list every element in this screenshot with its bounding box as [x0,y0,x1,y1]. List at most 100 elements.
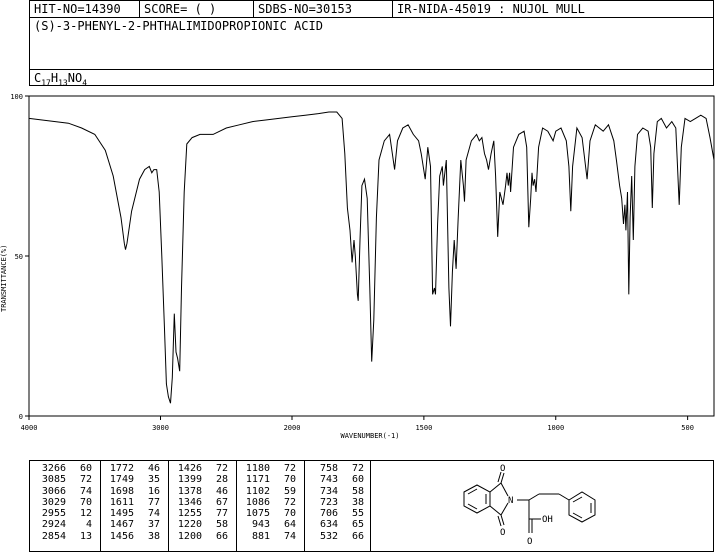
peak-row: 943 64 [240,519,296,530]
peak-row: 3266 60 [36,463,92,474]
peak-transmittance: 38 [147,530,160,542]
header-bar: HIT-NO=14390 SCORE= ( ) SDBS-NO=30153 IR… [29,0,714,18]
peak-wavenumber: 2924 [41,519,66,531]
molecular-formula: C17H13NO4 [34,71,87,87]
peak-wavenumber: 1075 [245,508,270,520]
peak-column-divider [304,461,305,551]
peak-column-divider [236,461,237,551]
peak-wavenumber: 1467 [109,519,134,531]
peak-wavenumber: 532 [319,530,338,542]
peak-wavenumber: 734 [319,485,338,497]
ir-nida-info: IR-NIDA-45019 : NUJOL MULL [397,2,585,16]
peak-wavenumber: 1698 [109,485,134,497]
y-axis-label: TRANSMITTANCE(%) [0,245,8,312]
peak-column: 1426 72 1399 28 1378 46 1346 67 1255 77 1220 58 1200… [172,463,228,542]
spectrum-line [28,111,715,404]
peak-row: 1749 35 [104,474,160,485]
peak-transmittance: 13 [79,530,92,542]
peak-column-divider [168,461,169,551]
peak-transmittance: 46 [147,463,160,474]
peak-row: 3085 72 [36,474,92,485]
peak-wavenumber: 1772 [109,463,134,474]
peak-row: 1255 77 [172,508,228,519]
peak-wavenumber: 706 [319,508,338,520]
compound-box: (S)-3-PHENYL-2-PHTHALIMIDOPROPIONIC ACID… [29,17,714,87]
x-tick-label: 4000 [21,424,38,432]
peak-row: 532 66 [308,531,364,542]
atom-label-oxygen: O [500,464,505,474]
peak-transmittance: 70 [283,508,296,520]
peak-transmittance: 67 [215,496,228,508]
structure-box: O O N O OH [371,460,714,552]
peak-transmittance: 12 [79,508,92,520]
peak-wavenumber: 1426 [177,463,202,474]
peak-transmittance: 66 [215,530,228,542]
peak-transmittance: 58 [215,519,228,531]
peak-column: 758 72 743 60 734 58 723 38 706 55 634 65 532 66 [308,463,364,542]
peak-wavenumber: 1180 [245,463,270,474]
compound-name: (S)-3-PHENYL-2-PHTHALIMIDOPROPIONIC ACID [34,19,323,33]
peak-transmittance: 60 [79,463,92,474]
peak-column: 1772 46 1749 35 1698 16 1611 77 1495 74 1467 37 1456… [104,463,160,542]
y-tick-label: 100 [10,93,23,101]
peak-row: 1698 16 [104,486,160,497]
peak-row: 743 60 [308,474,364,485]
peak-wavenumber: 3029 [41,496,66,508]
peak-row: 2955 12 [36,508,92,519]
peak-row: 2924 4 [36,519,92,530]
peak-wavenumber: 1171 [245,474,270,486]
peak-row: 1426 72 [172,463,228,474]
peak-wavenumber: 3066 [41,485,66,497]
peak-transmittance: 38 [351,496,364,508]
peak-table: 3266 60 3085 72 3066 74 3029 70 2955 12 2924 4 2854 1… [29,460,371,552]
peak-row: 1086 72 [240,497,296,508]
peak-transmittance: 77 [147,496,160,508]
peak-row: 1200 66 [172,531,228,542]
peak-row: 758 72 [308,463,364,474]
peak-row: 2854 13 [36,531,92,542]
peak-wavenumber: 881 [251,530,270,542]
peak-column-divider [100,461,101,551]
peak-row: 1772 46 [104,463,160,474]
peak-transmittance: 60 [351,474,364,486]
peak-row: 1075 70 [240,508,296,519]
peak-transmittance: 77 [215,508,228,520]
peak-transmittance: 72 [283,496,296,508]
formula-divider [30,69,713,70]
peak-transmittance: 74 [79,485,92,497]
formula-part: NO [67,71,83,85]
peak-transmittance: 66 [351,530,364,542]
sdbs-number: SDBS-NO=30153 [258,2,352,16]
peak-transmittance: 16 [147,485,160,497]
molecule-structure: O O N O OH [463,464,596,547]
peak-wavenumber: 943 [251,519,270,531]
peak-row: 723 38 [308,497,364,508]
peak-row: 3066 74 [36,486,92,497]
peak-transmittance: 4 [85,519,92,531]
peak-row: 734 58 [308,486,364,497]
peak-transmittance: 35 [147,474,160,486]
peak-transmittance: 46 [215,485,228,497]
peak-transmittance: 37 [147,519,160,531]
peak-row: 1220 58 [172,519,228,530]
peak-wavenumber: 1495 [109,508,134,520]
peak-wavenumber: 1200 [177,530,202,542]
peak-row: 1378 46 [172,486,228,497]
x-axis-label: WAVENUMBER(-1) [340,432,399,440]
peak-row: 1399 28 [172,474,228,485]
atom-label-oxygen: O [500,528,505,538]
y-tick-label: 50 [15,253,23,261]
peak-transmittance: 74 [283,530,296,542]
peak-wavenumber: 1255 [177,508,202,520]
peak-wavenumber: 723 [319,496,338,508]
score: SCORE= ( ) [144,2,217,16]
peak-transmittance: 28 [215,474,228,486]
atom-label-nitrogen: N [508,496,513,506]
peak-transmittance: 70 [79,496,92,508]
peak-transmittance: 70 [283,474,296,486]
peak-row: 1180 72 [240,463,296,474]
axis-ticks: 4000 3000 2000 1500 1000 500100500 [10,93,694,432]
peak-row: 881 74 [240,531,296,542]
peak-wavenumber: 1749 [109,474,134,486]
peak-transmittance: 55 [351,508,364,520]
